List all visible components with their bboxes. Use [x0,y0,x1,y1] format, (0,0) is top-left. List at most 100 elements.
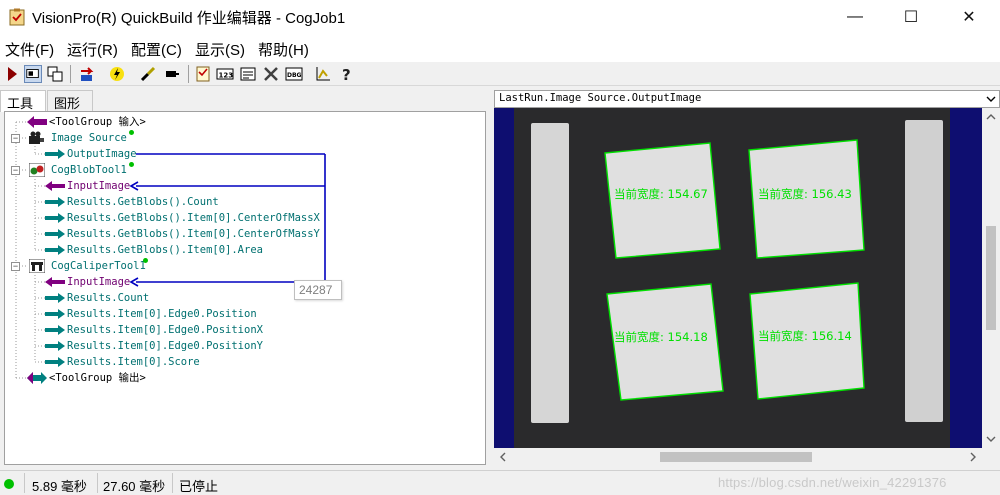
tree-terminal-blob-cmx[interactable]: Results.GetBlobs().Item[0].CenterOfMassX [5,210,485,226]
output-arrow-icon [45,245,65,255]
form-icon[interactable] [239,65,257,83]
tree-node-caliper-tool[interactable]: − CogCaliperTool1 [5,258,485,274]
inspection-image: 当前宽度: 154.67 当前宽度: 156.43 当前宽度: 154.18 当… [514,108,950,448]
tree-terminal-caliper-count[interactable]: Results.Count [5,290,485,306]
close-button[interactable]: ✕ [946,0,992,34]
caliper-tool-icon [29,259,45,273]
display-icon[interactable] [24,65,42,83]
width-label-top-right: 当前宽度: 156.43 [758,187,852,201]
numeric-icon[interactable]: 123 [216,65,234,83]
brush-icon[interactable] [139,65,157,83]
chevron-down-icon[interactable] [986,94,996,104]
input-arrow-icon [45,277,65,287]
tool-tree: <ToolGroup 输入> − Image Source OutputImag… [4,111,486,465]
blob-tool-icon [29,163,45,177]
image-source-label: Image Source [51,132,127,144]
output-arrow-icon [45,325,65,335]
blob-tool-label: CogBlobTool1 [51,164,127,176]
input-arrow-icon [45,181,65,191]
caliper-position-y-label: Results.Item[0].Edge0.PositionY [67,340,263,352]
tree-node-image-source[interactable]: − Image Source [5,130,485,146]
output-arrow-icon [45,293,65,303]
blob-center-y-label: Results.GetBlobs().Item[0].CenterOfMassY [67,228,320,240]
caliper-tool-expander[interactable]: − [11,262,20,271]
tooltip: 24287 [294,280,342,300]
output-arrow-icon [45,309,65,319]
scroll-corner [982,448,1000,466]
image-display[interactable]: 当前宽度: 154.67 当前宽度: 156.43 当前宽度: 154.18 当… [494,108,982,448]
caliper-count-label: Results.Count [67,292,150,304]
minimize-button[interactable]: — [832,0,878,34]
menu-display[interactable]: 显示(S) [195,39,245,60]
caliper-score-label: Results.Item[0].Score [67,356,200,368]
tree-node-input-group[interactable]: <ToolGroup 输入> [5,114,485,130]
lightning-icon[interactable] [108,65,126,83]
output-arrow-icon [45,213,65,223]
width-label-top-left: 当前宽度: 154.67 [614,187,708,201]
vertical-scrollbar[interactable] [982,108,1000,448]
terminal-icon[interactable] [163,65,181,83]
image-selector[interactable]: LastRun.Image Source.OutputImage [494,90,1000,108]
status-state: 已停止 [179,479,219,494]
tree-terminal-caliper-position-y[interactable]: Results.Item[0].Edge0.PositionY [5,338,485,354]
tree-terminal-caliper-position-x[interactable]: Results.Item[0].Edge0.PositionX [5,322,485,338]
tree-terminal-caliper-input[interactable]: InputImage [5,274,485,290]
tree-terminal-blob-area[interactable]: Results.GetBlobs().Item[0].Area [5,242,485,258]
status-bar: 5.89 毫秒 27.60 毫秒 已停止 https://blog.csdn.n… [0,470,1000,495]
output-arrow-icon [45,149,65,159]
blob-tool-status-dot [129,162,134,167]
horizontal-scrollbar[interactable] [494,448,982,466]
camera-icon [29,131,44,144]
window-title: VisionPro(R) QuickBuild 作业编辑器 - CogJob1 [32,10,346,27]
caliper-tool-status-dot [143,258,148,263]
menu-config[interactable]: 配置(C) [131,39,182,60]
tree-terminal-blob-cmy[interactable]: Results.GetBlobs().Item[0].CenterOfMassY [5,226,485,242]
menu-run[interactable]: 运行(R) [67,39,118,60]
copy-icon[interactable] [46,65,64,83]
input-group-label: <ToolGroup 输入> [49,116,146,128]
menu-file[interactable]: 文件(F) [5,39,54,60]
blob-count-label: Results.GetBlobs().Count [67,196,219,208]
reset-icon[interactable] [78,65,96,83]
menu-bar: 文件(F) 运行(R) 配置(C) 显示(S) 帮助(H) [0,34,1000,62]
output-arrow-icon [45,357,65,367]
tree-terminal-blob-count[interactable]: Results.GetBlobs().Count [5,194,485,210]
vertical-scroll-arrows [986,114,996,442]
run-icon[interactable] [3,65,21,83]
tab-tools[interactable]: 工具 [0,90,46,112]
dbg-icon[interactable]: DBG [285,65,303,83]
tree-terminal-caliper-score[interactable]: Results.Item[0].Score [5,354,485,370]
tree-terminal-blob-input[interactable]: InputImage [5,178,485,194]
image-source-status-dot [129,130,134,135]
help-icon[interactable]: ? [338,65,356,83]
status-ok-icon [4,479,14,489]
status-time-1: 5.89 毫秒 [32,479,87,494]
blob-center-x-label: Results.GetBlobs().Item[0].CenterOfMassX [67,212,320,224]
tree-terminal-output-image[interactable]: OutputImage [5,146,485,162]
output-arrow-icon [45,341,65,351]
input-group-arrow-icon [27,116,47,128]
blob-area-label: Results.GetBlobs().Item[0].Area [67,244,263,256]
chart-icon[interactable] [314,65,332,83]
menu-help[interactable]: 帮助(H) [258,39,309,60]
svg-text:?: ? [342,66,351,83]
tree-node-output-group[interactable]: <ToolGroup 输出> [5,370,485,386]
title-bar: VisionPro(R) QuickBuild 作业编辑器 - CogJob1 … [0,0,1000,34]
image-source-expander[interactable]: − [11,134,20,143]
tree-terminal-caliper-position[interactable]: Results.Item[0].Edge0.Position [5,306,485,322]
tools-icon[interactable] [262,65,280,83]
output-group-arrow-icon [27,372,47,384]
output-arrow-icon [45,229,65,239]
checklist-icon[interactable] [194,65,212,83]
caliper-input-image-label: InputImage [67,276,131,288]
caliper-position-label: Results.Item[0].Edge0.Position [67,308,257,320]
caliper-position-x-label: Results.Item[0].Edge0.PositionX [67,324,263,336]
blob-tool-expander[interactable]: − [11,166,20,175]
svg-text:123: 123 [219,72,234,80]
tree-node-blob-tool[interactable]: − CogBlobTool1 [5,162,485,178]
output-group-label: <ToolGroup 输出> [49,372,146,384]
tab-graphics[interactable]: 图形 [47,90,93,111]
maximize-button[interactable]: ☐ [888,0,934,34]
output-image-label: OutputImage [67,148,137,160]
image-title: LastRun.Image Source.OutputImage [499,92,702,104]
